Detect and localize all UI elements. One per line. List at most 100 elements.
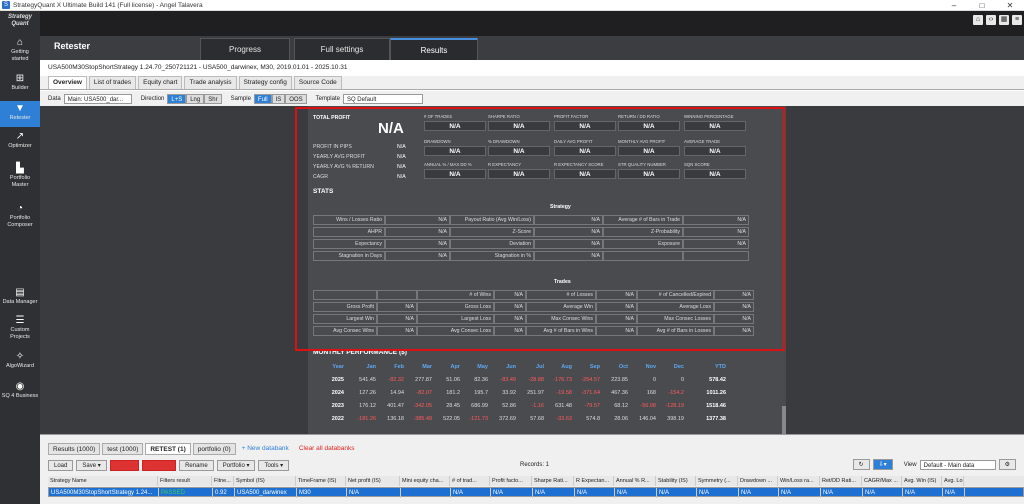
sidebar-item-sq4-business[interactable]: ◉ SQ 4 Business xyxy=(0,381,40,405)
sidebar-item-algowizard[interactable]: ✧ AlgoWizard xyxy=(0,351,40,375)
direction-long[interactable]: Lng xyxy=(186,93,205,104)
data-select[interactable]: Main: USA500_dar... xyxy=(63,93,132,104)
clear-databanks-link[interactable]: Clear all databanks xyxy=(295,443,359,455)
clear-all-button[interactable]: Clear all xyxy=(142,459,177,471)
load-button[interactable]: Load xyxy=(48,459,74,471)
result-subtabs: Overview List of trades Equity chart Tra… xyxy=(40,76,1024,90)
grid-icon[interactable]: ▦ xyxy=(999,15,1009,25)
refresh-icon[interactable]: ↻ xyxy=(852,459,870,470)
sample-full[interactable]: Full xyxy=(253,93,272,104)
monthly-value: 223.85 xyxy=(611,377,628,383)
column-header[interactable]: Net profit (IS) xyxy=(346,476,400,486)
sample-oos[interactable]: OOS xyxy=(285,93,307,104)
tab-results[interactable]: Results xyxy=(390,38,478,60)
column-header[interactable]: TimeFrame (IS) xyxy=(296,476,346,486)
portfolio-button[interactable]: Portfolio ▾ xyxy=(216,459,256,471)
column-header[interactable]: CAGR/Max ... xyxy=(862,476,902,486)
column-header[interactable]: Avg. Win (IS) xyxy=(902,476,942,486)
sample-is[interactable]: IS xyxy=(271,93,286,104)
monthly-value: -79.57 xyxy=(584,403,600,409)
page-title: Retester xyxy=(54,41,91,51)
databank-panel: Results (1000) test (1000) RETEST (1) po… xyxy=(40,434,1024,504)
sidebar-item-portfolio-master[interactable]: ▙ Portfolio Master xyxy=(0,163,40,191)
sidebar-item-portfolio-composer[interactable]: ◔ Portfolio Composer xyxy=(0,203,40,233)
table-header-row[interactable]: Strategy Name Filters result Fitne... Symbo… xyxy=(48,476,1024,486)
home-icon[interactable]: ⌂ xyxy=(973,15,983,25)
databank-tab-portfolio[interactable]: portfolio (0) xyxy=(192,443,236,455)
subtab-strategy-config[interactable]: Strategy config xyxy=(238,76,292,89)
column-header[interactable]: Mini equity cha... xyxy=(400,476,450,486)
window-title: StrategyQuant X Ultimate Build 141 (Full… xyxy=(13,1,203,9)
direction-short[interactable]: Shr xyxy=(204,93,222,104)
delete-button[interactable]: Delete xyxy=(109,459,140,471)
sidebar-item-optimizer[interactable]: ↗ Optimizer xyxy=(0,131,40,155)
column-header[interactable]: Strategy Name xyxy=(48,476,158,486)
subtab-overview[interactable]: Overview xyxy=(48,76,87,89)
column-header[interactable]: Symmetry (... xyxy=(696,476,738,486)
monthly-value: 1518.46 xyxy=(706,403,726,409)
column-header[interactable]: R Expectan... xyxy=(574,476,614,486)
column-header[interactable]: Profit facto... xyxy=(490,476,532,486)
gear-icon[interactable]: ⚙ xyxy=(998,459,1016,470)
column-header[interactable]: Stability (IS) xyxy=(656,476,696,486)
minimize-icon[interactable]: – xyxy=(940,0,968,11)
table-cell: USA500M30StopShortStrategy 1.24... xyxy=(49,488,159,498)
monthly-value: 146.04 xyxy=(639,416,656,422)
tools-button[interactable]: Tools ▾ xyxy=(258,459,290,471)
column-header[interactable]: Drawdown ... xyxy=(738,476,778,486)
tab-full-settings[interactable]: Full settings xyxy=(294,38,390,60)
new-databank-link[interactable]: + New databank xyxy=(238,443,293,455)
menu-icon[interactable]: ≡ xyxy=(1012,15,1022,25)
table-cell: USA500_darwinex xyxy=(235,488,297,498)
subtab-equity-chart[interactable]: Equity chart xyxy=(138,76,183,89)
table-cell: N/A xyxy=(575,488,615,498)
monthly-value: 0 xyxy=(680,377,684,383)
monthly-header: Apr xyxy=(450,364,460,370)
export-icon[interactable]: ⇩▾ xyxy=(872,459,893,470)
vertical-scrollbar[interactable] xyxy=(782,406,786,434)
column-header[interactable]: Sharpe Rati... xyxy=(532,476,574,486)
column-header[interactable]: Avg. Lo xyxy=(942,476,964,486)
sidebar-item-data-manager[interactable]: ▤ Data Manager xyxy=(0,287,40,309)
subtab-list-of-trades[interactable]: List of trades xyxy=(88,76,137,89)
save-button[interactable]: Save ▾ xyxy=(76,459,107,471)
sidebar-item-retester[interactable]: ▼ Retester xyxy=(0,101,40,127)
sidebar-item-custom-projects[interactable]: ☰ Custom Projects xyxy=(0,315,40,345)
subtab-source-code[interactable]: Source Code xyxy=(293,76,342,89)
monthly-value: 1011.26 xyxy=(706,390,726,396)
subtab-trade-analysis[interactable]: Trade analysis xyxy=(184,76,237,89)
code-icon[interactable]: ‹› xyxy=(986,15,996,25)
maximize-icon[interactable]: □ xyxy=(968,0,996,11)
bar-chart-icon: ▙ xyxy=(16,163,24,174)
monthly-value: 136.18 xyxy=(387,416,404,422)
table-cell: N/A xyxy=(821,488,863,498)
close-icon[interactable]: ✕ xyxy=(996,0,1024,11)
sidebar-item-builder[interactable]: ⊞ Builder xyxy=(0,73,40,97)
column-header[interactable]: # of trad... xyxy=(450,476,490,486)
column-header[interactable]: Ret/DD Rati... xyxy=(820,476,862,486)
databank-tab-retest[interactable]: RETEST (1) xyxy=(145,443,191,455)
sidebar-item-getting-started[interactable]: ⌂ Getting started xyxy=(0,37,40,65)
template-select[interactable]: SQ Default xyxy=(342,93,423,104)
tab-progress[interactable]: Progress xyxy=(200,38,290,60)
column-header[interactable]: Filters result xyxy=(158,476,212,486)
table-row[interactable]: USA500M30StopShortStrategy 1.24... PASSED… xyxy=(48,487,1024,498)
monthly-value: 181.2 xyxy=(446,390,460,396)
column-header[interactable]: Annual % R... xyxy=(614,476,656,486)
view-select[interactable]: Default - Main data xyxy=(919,459,996,470)
monthly-value: 0 xyxy=(652,377,656,383)
databank-tab-results[interactable]: Results (1000) xyxy=(48,443,101,455)
column-header[interactable]: Fitne... xyxy=(212,476,234,486)
column-header[interactable]: Symbol (IS) xyxy=(234,476,296,486)
monthly-value: -176.73 xyxy=(553,377,572,383)
window-controls: – □ ✕ xyxy=(940,0,1024,11)
monthly-value: -82.32 xyxy=(388,377,404,383)
databank-toolbar: Load Save ▾ Delete Clear all Rename Port… xyxy=(48,459,290,471)
monthly-header: Nov xyxy=(645,364,656,370)
monthly-value: -128.19 xyxy=(665,403,684,409)
column-header[interactable]: Win/Loss ra... xyxy=(778,476,820,486)
direction-ls[interactable]: L+S xyxy=(167,93,187,104)
rename-button[interactable]: Rename xyxy=(179,459,214,471)
table-cell: PASSED xyxy=(159,488,213,498)
databank-tab-test[interactable]: test (1000) xyxy=(102,443,144,455)
